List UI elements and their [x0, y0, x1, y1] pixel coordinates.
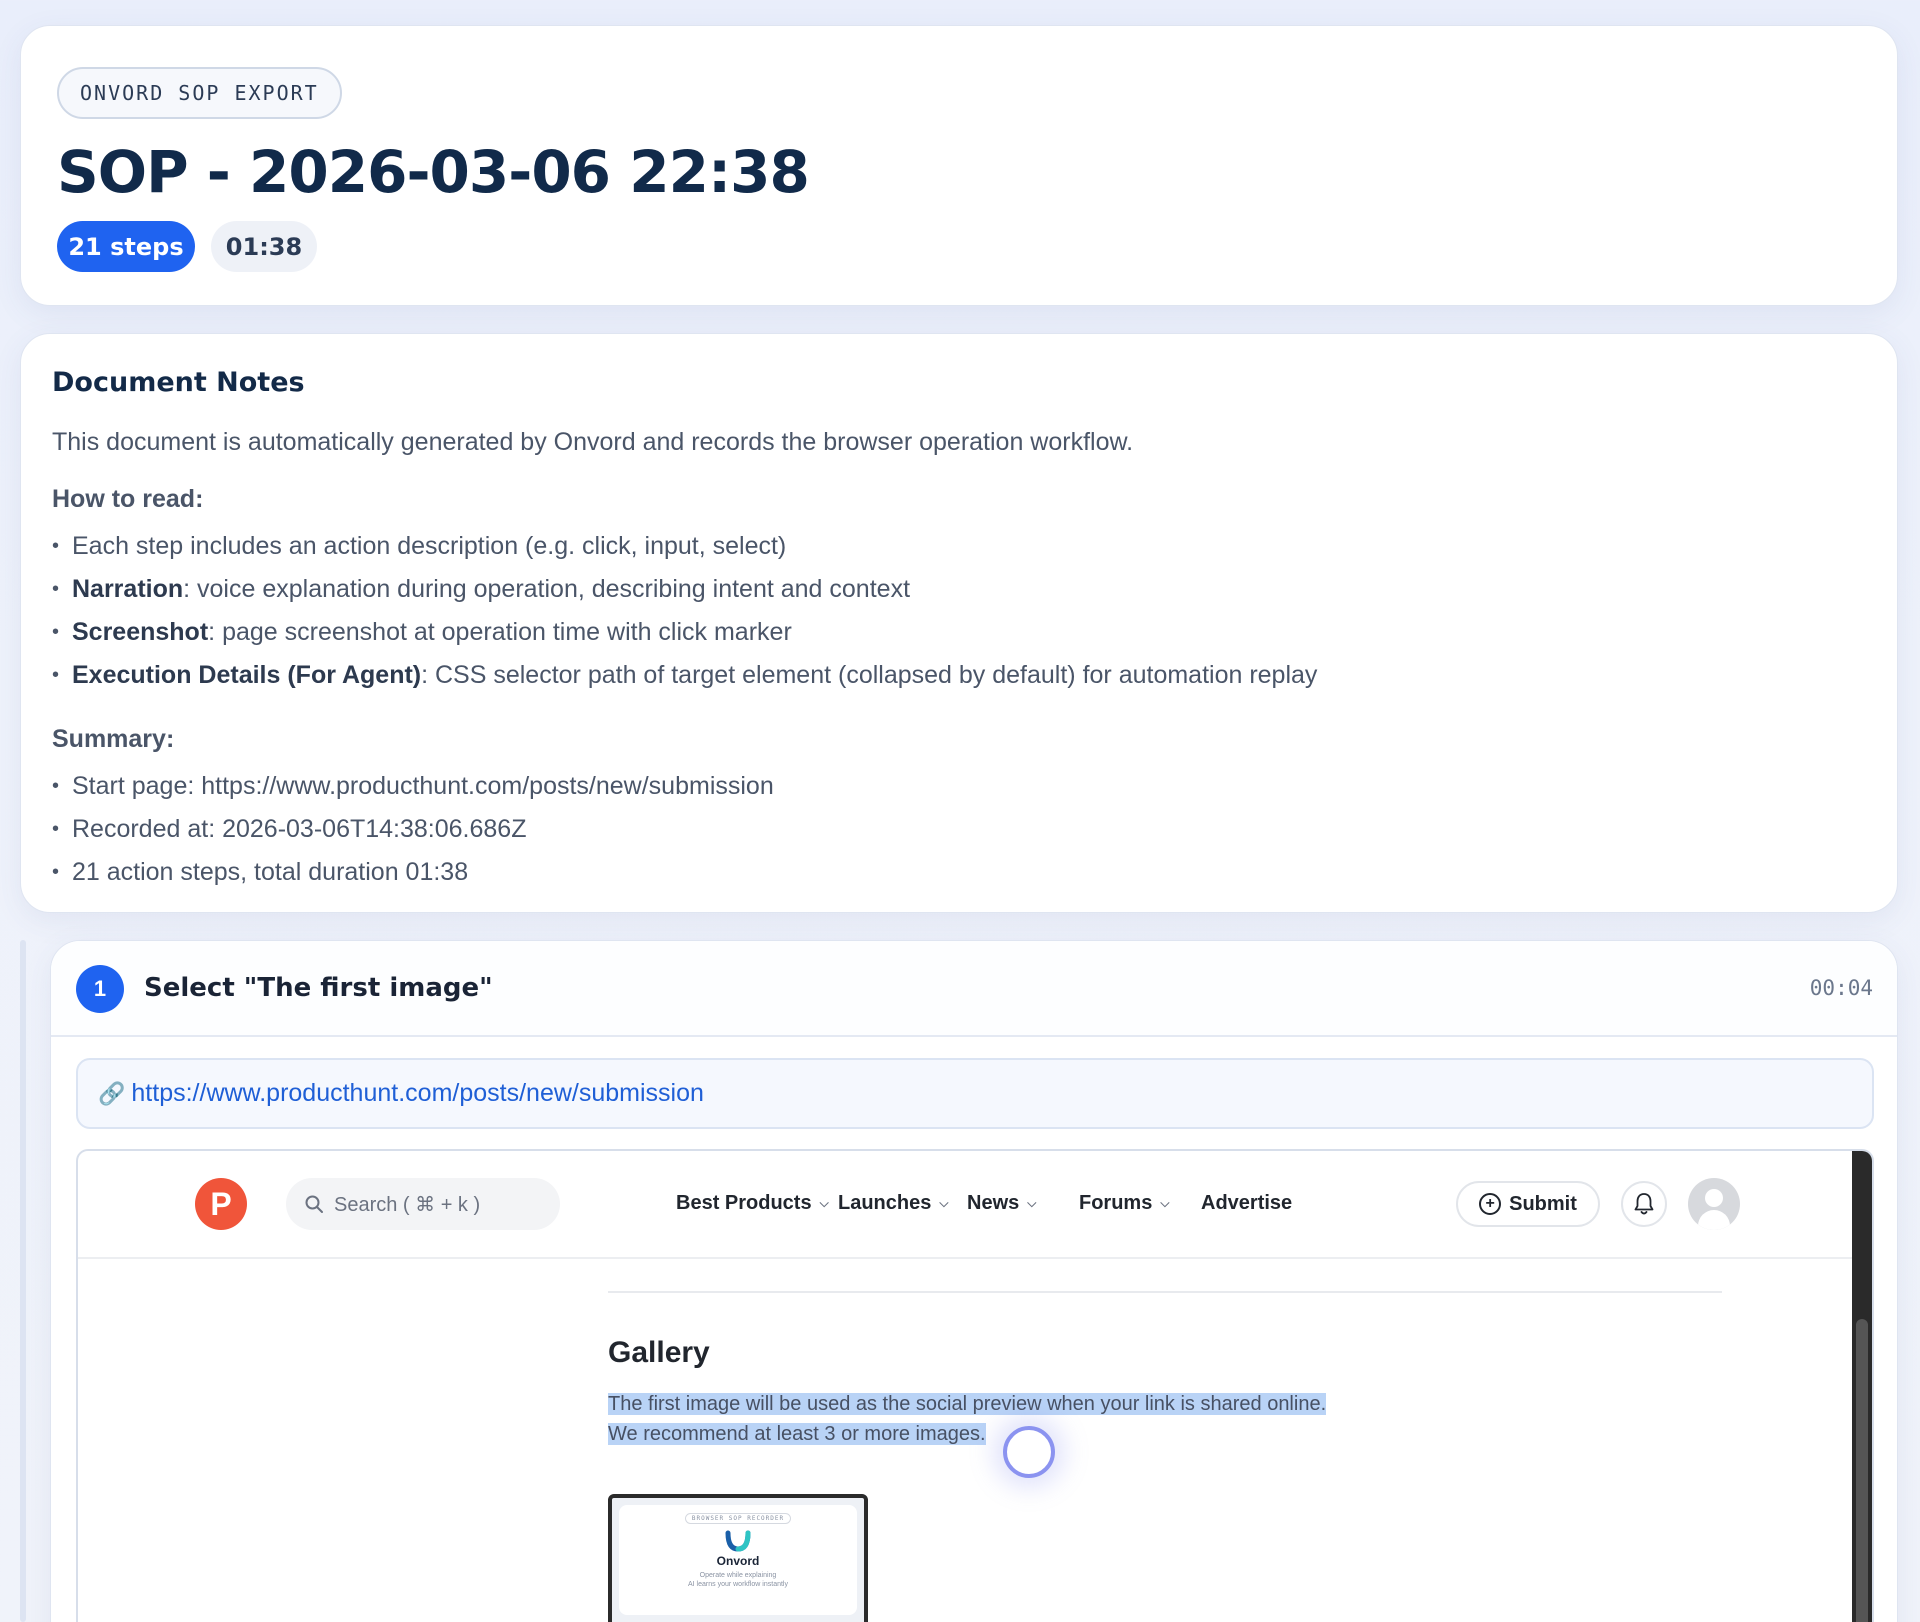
steps-rail	[20, 940, 26, 1622]
nav-forums: Forums ⌵	[1079, 1192, 1170, 1214]
duration-badge: 01:38	[211, 221, 317, 272]
document-notes-card: Document Notes This document is automati…	[20, 333, 1898, 913]
chevron-down-icon: ⌵	[819, 1196, 829, 1210]
gallery-title: Gallery	[608, 1336, 710, 1369]
screenshot-scrollbar-thumb	[1856, 1319, 1868, 1622]
header-card: ONVORD SOP EXPORT SOP - 2026-03-06 22:38…	[20, 25, 1898, 306]
list-item: Execution Details (For Agent): CSS selec…	[52, 654, 1866, 697]
step-title: Select "The first image"	[144, 973, 493, 1003]
step-url-bar: 🔗 https://www.producthunt.com/posts/new/…	[76, 1058, 1874, 1129]
plus-circle-icon: +	[1479, 1193, 1502, 1215]
thumbnail-tagline: Operate while explaining	[699, 1572, 777, 1579]
search-placeholder: Search ( ⌘ + k )	[334, 1193, 481, 1216]
search-icon	[305, 1195, 323, 1213]
nav-best-products: Best Products ⌵	[676, 1192, 829, 1214]
highlighted-text-line-2: We recommend at least 3 or more images.	[608, 1423, 986, 1445]
thumbnail-card: BROWSER SOP RECORDER Onvord Operate whil…	[619, 1505, 857, 1615]
thumbnail-name: Onvord	[716, 1554, 760, 1568]
summary-title: Summary:	[52, 725, 175, 753]
screenshot-navbar: P Search ( ⌘ + k ) Best Products ⌵ Launch…	[78, 1151, 1856, 1259]
avatar-icon	[1688, 1178, 1740, 1230]
nav-advertise: Advertise	[1201, 1192, 1293, 1214]
thumbnail-subtagline: AI learns your workflow instantly	[688, 1581, 788, 1588]
list-item: Screenshot: page screenshot at operation…	[52, 611, 1866, 654]
notes-title: Document Notes	[52, 367, 305, 398]
step-url-link[interactable]: https://www.producthunt.com/posts/new/su…	[131, 1079, 704, 1108]
how-to-read-title: How to read:	[52, 485, 204, 513]
list-item: 21 action steps, total duration 01:38	[52, 851, 1866, 894]
chevron-down-icon: ⌵	[1160, 1196, 1170, 1210]
how-to-read-list: Each step includes an action description…	[52, 525, 1866, 697]
chevron-down-icon: ⌵	[939, 1196, 949, 1210]
click-marker	[1003, 1426, 1055, 1478]
summary-list: Start page: https://www.producthunt.com/…	[52, 765, 1866, 894]
list-item: Narration: voice explanation during oper…	[52, 568, 1866, 611]
nav-launches: Launches ⌵	[838, 1192, 949, 1214]
bell-icon	[1621, 1181, 1667, 1227]
chevron-down-icon: ⌵	[1027, 1196, 1037, 1210]
step-header[interactable]: 1 Select "The first image" 00:04	[51, 941, 1897, 1037]
notes-intro: This document is automatically generated…	[52, 428, 1134, 456]
steps-badge: 21 steps	[57, 221, 195, 272]
producthunt-logo: P	[195, 1178, 247, 1230]
page-title: SOP - 2026-03-06 22:38	[57, 138, 810, 206]
list-item: Start page: https://www.producthunt.com/…	[52, 765, 1866, 808]
step-screenshot: P Search ( ⌘ + k ) Best Products ⌵ Launch…	[76, 1149, 1874, 1622]
link-icon: 🔗	[98, 1080, 126, 1106]
nav-news: News ⌵	[967, 1192, 1037, 1214]
export-eyebrow: ONVORD SOP EXPORT	[57, 67, 342, 119]
thumbnail-tag: BROWSER SOP RECORDER	[684, 1513, 792, 1524]
screenshot-submit-button: + Submit	[1456, 1181, 1600, 1227]
step-timestamp: 00:04	[1809, 976, 1873, 1000]
screenshot-search: Search ( ⌘ + k )	[286, 1178, 560, 1230]
gallery-thumbnail: BROWSER SOP RECORDER Onvord Operate whil…	[608, 1494, 868, 1622]
highlighted-text-line-1: The first image will be used as the soci…	[608, 1393, 1327, 1415]
screenshot-divider	[608, 1291, 1722, 1293]
step-number: 1	[76, 965, 124, 1013]
list-item: Recorded at: 2026-03-06T14:38:06.686Z	[52, 808, 1866, 851]
onvord-logo-icon	[725, 1530, 751, 1552]
list-item: Each step includes an action description…	[52, 525, 1866, 568]
gallery-description: The first image will be used as the soci…	[608, 1389, 1327, 1449]
step-card: 1 Select "The first image" 00:04 🔗 https…	[50, 940, 1898, 1622]
